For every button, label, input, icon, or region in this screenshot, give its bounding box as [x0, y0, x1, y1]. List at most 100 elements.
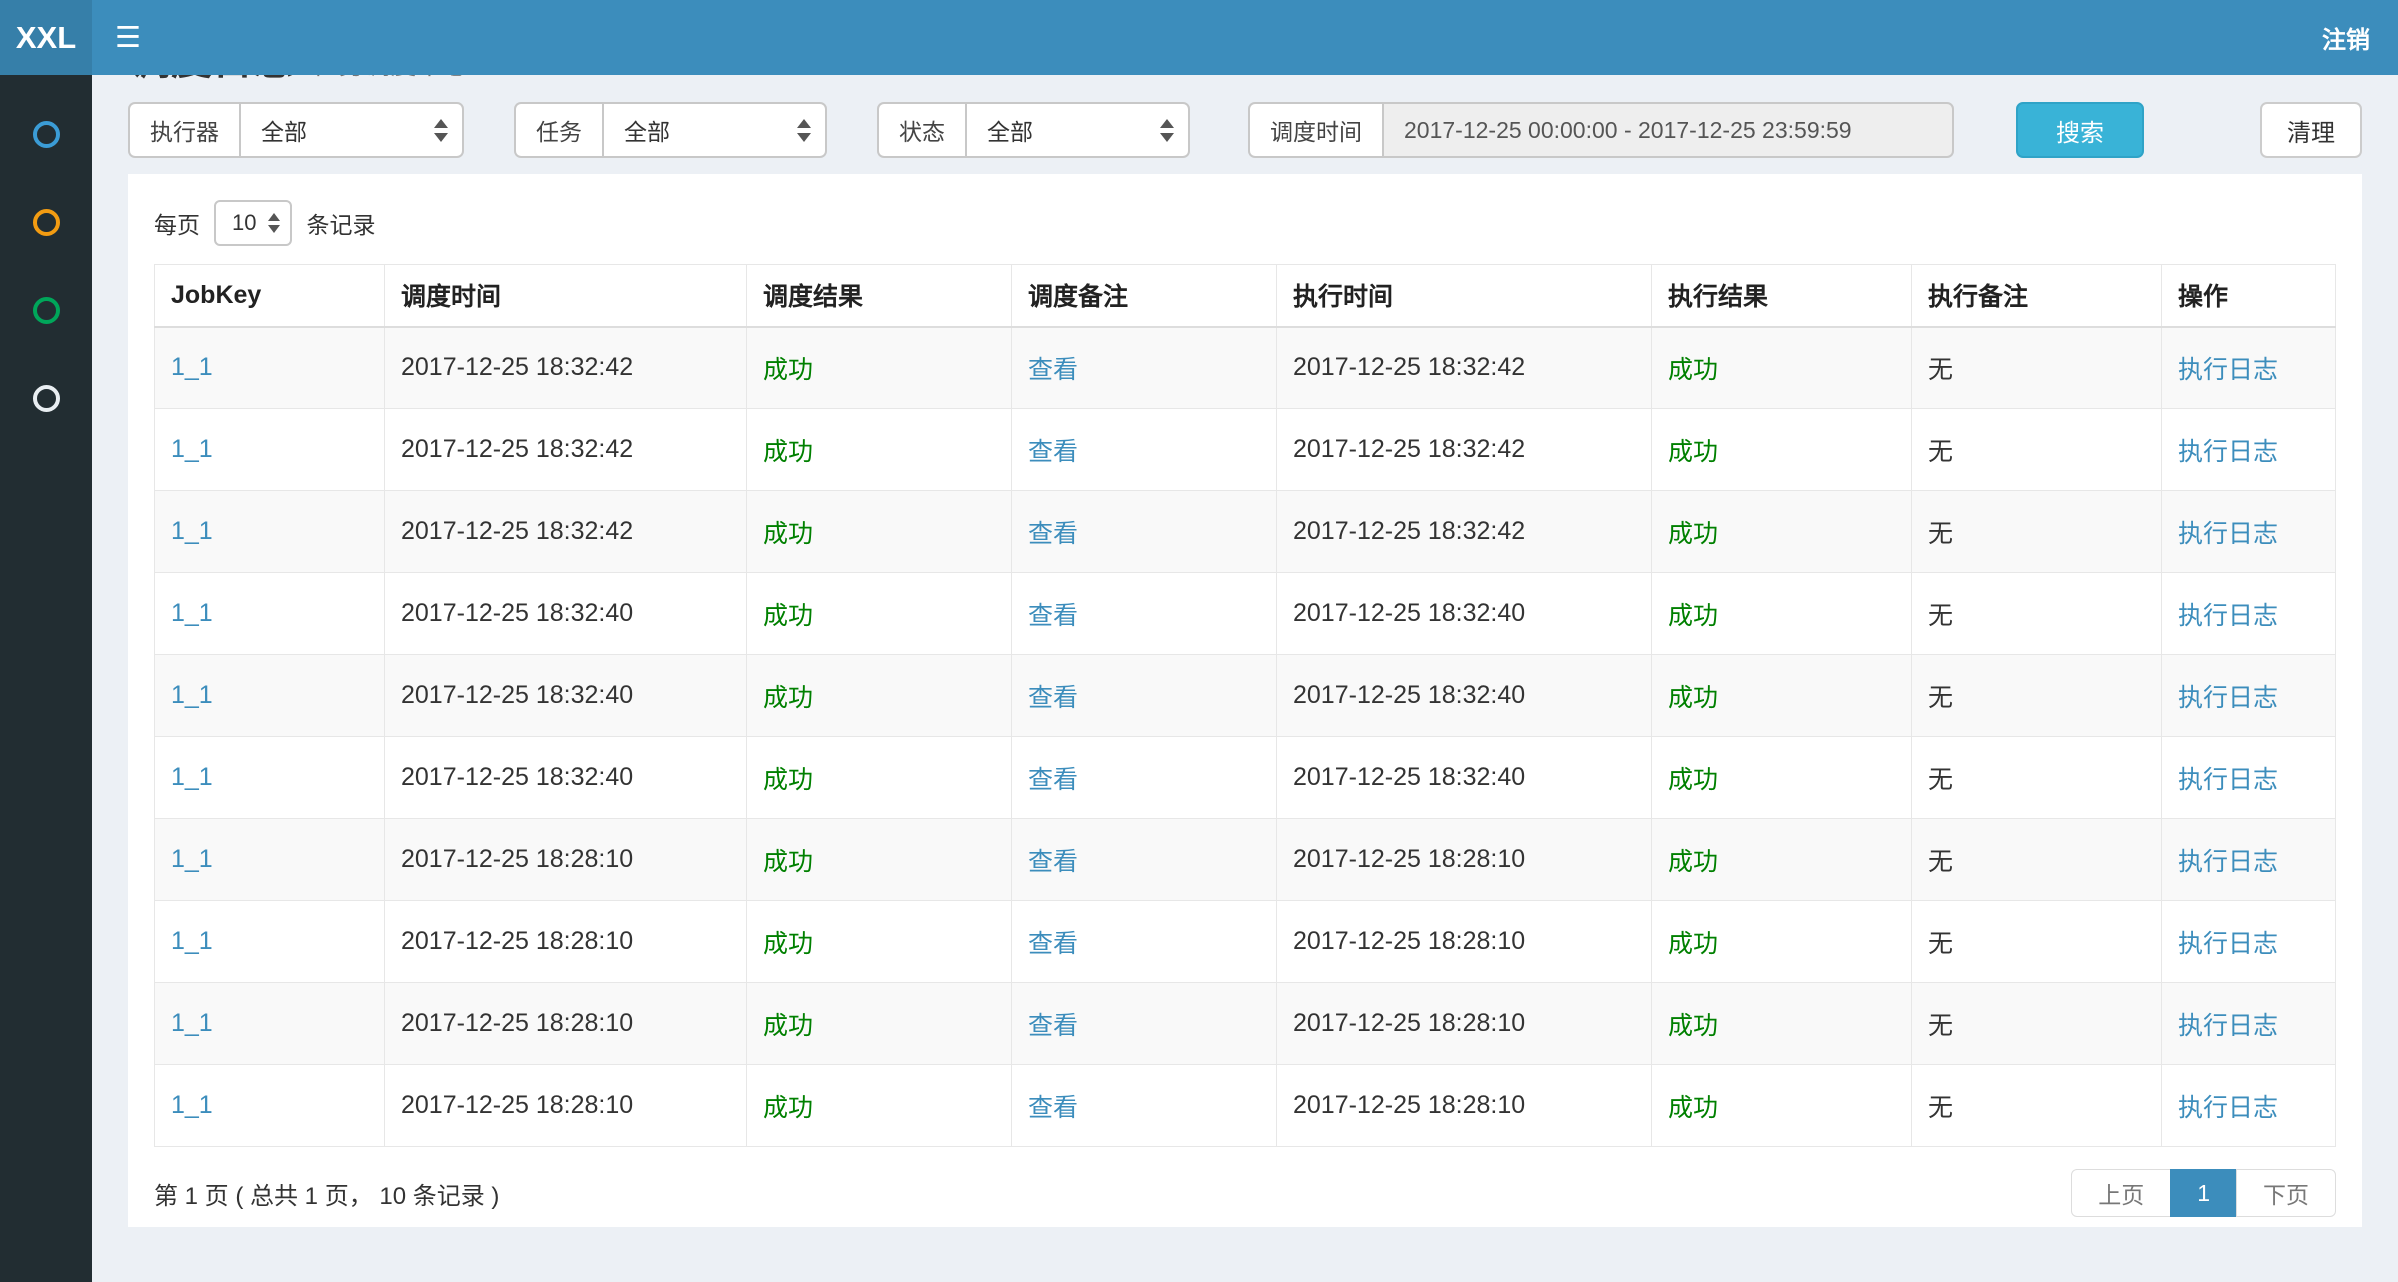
job-key-link[interactable]: 1_1 [171, 517, 213, 545]
action-link[interactable]: 执行日志 [2178, 684, 2278, 712]
trigger-time-range-input[interactable]: 2017-12-25 00:00:00 - 2017-12-25 23:59:5… [1382, 102, 1954, 158]
table-cell: 2017-12-25 18:32:40 [385, 737, 747, 819]
handle-time-cell: 2017-12-25 18:32:42 [1293, 353, 1525, 381]
executor-select[interactable]: 全部 [239, 102, 464, 158]
log-table-body: 1_12017-12-25 18:32:42成功查看2017-12-25 18:… [155, 327, 2336, 1147]
job-filter-label: 任务 [514, 102, 602, 158]
job-select[interactable]: 全部 [602, 102, 827, 158]
table-cell: 成功 [747, 819, 1012, 901]
table-cell: 成功 [1652, 737, 1912, 819]
action-link[interactable]: 执行日志 [2178, 1094, 2278, 1122]
action-link[interactable]: 执行日志 [2178, 930, 2278, 958]
table-cell: 查看 [1012, 737, 1277, 819]
table-cell: 成功 [1652, 983, 1912, 1065]
trigger-msg-link[interactable]: 查看 [1028, 930, 1078, 958]
trigger-msg-link[interactable]: 查看 [1028, 1094, 1078, 1122]
trigger-time-cell: 2017-12-25 18:32:40 [401, 763, 633, 791]
sidebar-item-2[interactable] [0, 178, 92, 266]
table-cell: 无 [1912, 737, 2162, 819]
job-key-link[interactable]: 1_1 [171, 763, 213, 791]
table-cell: 2017-12-25 18:32:40 [1277, 655, 1652, 737]
job-key-link[interactable]: 1_1 [171, 435, 213, 463]
table-cell: 成功 [1652, 1065, 1912, 1147]
table-cell: 2017-12-25 18:28:10 [385, 1065, 747, 1147]
action-link[interactable]: 执行日志 [2178, 356, 2278, 384]
search-button[interactable]: 搜索 [2016, 102, 2144, 158]
clear-button[interactable]: 清理 [2260, 102, 2362, 158]
trigger-msg-link[interactable]: 查看 [1028, 766, 1078, 794]
table-cell: 1_1 [155, 573, 385, 655]
table-cell: 成功 [747, 327, 1012, 409]
pagination: 上页 1 下页 [2071, 1169, 2336, 1217]
table-cell: 成功 [747, 1065, 1012, 1147]
table-cell: 无 [1912, 901, 2162, 983]
app-logo[interactable]: XXL [0, 0, 92, 75]
table-cell: 无 [1912, 655, 2162, 737]
trigger-msg-link[interactable]: 查看 [1028, 848, 1078, 876]
executor-filter-group: 执行器 全部 [128, 102, 464, 158]
job-key-link[interactable]: 1_1 [171, 927, 213, 955]
table-cell: 2017-12-25 18:28:10 [385, 983, 747, 1065]
sidebar-item-4[interactable] [0, 354, 92, 442]
job-key-link[interactable]: 1_1 [171, 1091, 213, 1119]
handle-result-cell: 成功 [1668, 438, 1718, 466]
action-link[interactable]: 执行日志 [2178, 438, 2278, 466]
status-select[interactable]: 全部 [965, 102, 1190, 158]
executor-select-value: 全部 [261, 113, 307, 147]
table-cell: 1_1 [155, 901, 385, 983]
sidebar-item-3[interactable] [0, 266, 92, 354]
trigger-msg-link[interactable]: 查看 [1028, 684, 1078, 712]
trigger-time-cell: 2017-12-25 18:28:10 [401, 845, 633, 873]
table-cell: 2017-12-25 18:32:40 [1277, 573, 1652, 655]
handle-time-cell: 2017-12-25 18:28:10 [1293, 1009, 1525, 1037]
action-link[interactable]: 执行日志 [2178, 848, 2278, 876]
handle-result-cell: 成功 [1668, 356, 1718, 384]
trigger-msg-link[interactable]: 查看 [1028, 438, 1078, 466]
per-page-label-suffix: 条记录 [306, 206, 375, 240]
table-cell: 2017-12-25 18:28:10 [1277, 901, 1652, 983]
action-link[interactable]: 执行日志 [2178, 602, 2278, 630]
current-page-button[interactable]: 1 [2170, 1169, 2237, 1217]
pagination-summary: 第 1 页 ( 总共 1 页， 10 条记录 ) [154, 1176, 499, 1211]
handle-time-cell: 2017-12-25 18:32:40 [1293, 599, 1525, 627]
table-cell: 无 [1912, 491, 2162, 573]
table-cell: 成功 [1652, 573, 1912, 655]
job-key-link[interactable]: 1_1 [171, 1009, 213, 1037]
job-select-value: 全部 [624, 113, 670, 147]
action-link[interactable]: 执行日志 [2178, 1012, 2278, 1040]
sidebar-item-1[interactable] [0, 90, 92, 178]
job-key-link[interactable]: 1_1 [171, 599, 213, 627]
circle-icon [33, 209, 60, 236]
handle-time-cell: 2017-12-25 18:28:10 [1293, 845, 1525, 873]
job-key-link[interactable]: 1_1 [171, 845, 213, 873]
action-link[interactable]: 执行日志 [2178, 520, 2278, 548]
trigger-result-cell: 成功 [763, 930, 813, 958]
logout-link[interactable]: 注销 [2294, 0, 2398, 75]
column-header: 操作 [2162, 265, 2336, 327]
table-cell: 成功 [1652, 409, 1912, 491]
table-cell: 2017-12-25 18:28:10 [385, 901, 747, 983]
handle-result-cell: 成功 [1668, 602, 1718, 630]
table-cell: 2017-12-25 18:32:42 [1277, 409, 1652, 491]
per-page-control: 每页 10 条记录 [154, 200, 2336, 246]
table-row: 1_12017-12-25 18:28:10成功查看2017-12-25 18:… [155, 1065, 2336, 1147]
trigger-msg-link[interactable]: 查看 [1028, 1012, 1078, 1040]
sidebar-toggle-button[interactable]: ☰ [92, 0, 164, 75]
trigger-result-cell: 成功 [763, 684, 813, 712]
table-cell: 查看 [1012, 491, 1277, 573]
table-cell: 无 [1912, 327, 2162, 409]
job-key-link[interactable]: 1_1 [171, 353, 213, 381]
action-link[interactable]: 执行日志 [2178, 766, 2278, 794]
trigger-msg-link[interactable]: 查看 [1028, 520, 1078, 548]
prev-page-button[interactable]: 上页 [2071, 1169, 2171, 1217]
trigger-msg-link[interactable]: 查看 [1028, 356, 1078, 384]
trigger-msg-link[interactable]: 查看 [1028, 602, 1078, 630]
next-page-button[interactable]: 下页 [2236, 1169, 2336, 1217]
job-key-link[interactable]: 1_1 [171, 681, 213, 709]
per-page-select[interactable]: 10 [214, 200, 292, 246]
sidebar [0, 75, 92, 1282]
table-cell: 2017-12-25 18:28:10 [385, 819, 747, 901]
per-page-select-value: 10 [232, 210, 256, 236]
select-arrows-icon [434, 119, 448, 142]
trigger-time-cell: 2017-12-25 18:32:42 [401, 435, 633, 463]
